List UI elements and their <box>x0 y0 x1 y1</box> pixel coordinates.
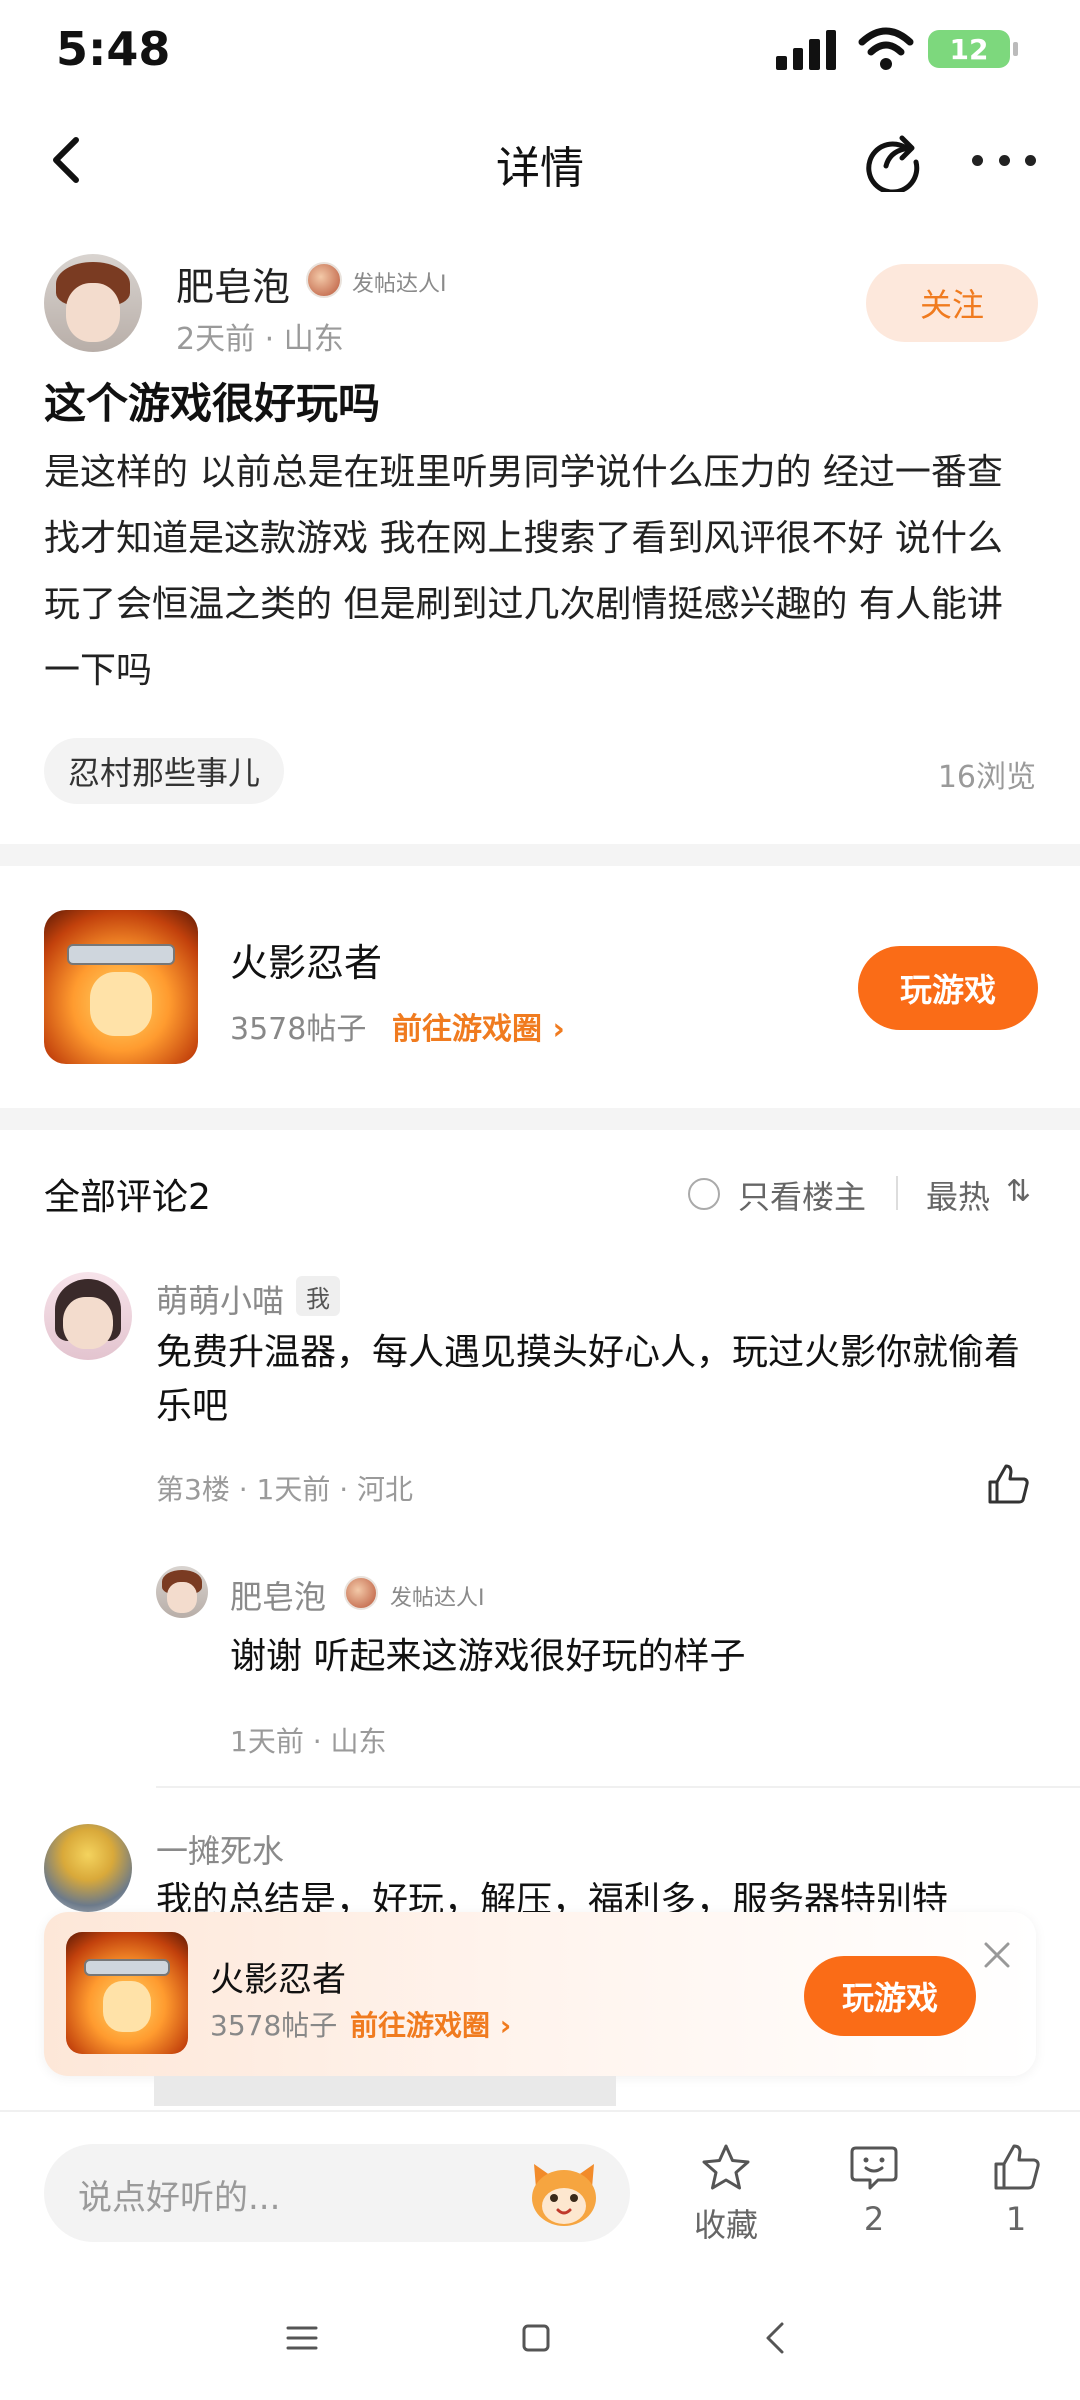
game-name[interactable]: 火影忍者 <box>230 932 382 987</box>
game-circle-link-label: 前往游戏圈 <box>350 2009 491 2042</box>
comment-count: 2 <box>863 2200 885 2238</box>
poster-badge-icon <box>306 262 342 298</box>
comment-input-placeholder[interactable]: 说点好听的... <box>78 2170 280 2219</box>
poster-badge-label: 发帖达人I <box>352 272 447 297</box>
comment-text: 我的总结是，好玩，解压，福利多，服务器特别特 <box>156 1880 949 1912</box>
favorite-button[interactable]: 收藏 <box>666 2142 786 2252</box>
comment-meta: 第3楼 · 1天前 · 河北 <box>156 1473 414 1506</box>
section-divider <box>0 844 1080 866</box>
comment-image <box>154 2076 616 2106</box>
commenter-name[interactable]: 萌萌小喵 <box>156 1276 284 1322</box>
status-bar: 5:48 12 <box>0 0 1080 100</box>
chevron-right-icon: › <box>499 2009 512 2042</box>
close-icon[interactable] <box>976 1934 1018 1976</box>
author-meta: 2天前 · 山东 <box>176 322 344 357</box>
game-icon[interactable] <box>66 1932 188 2054</box>
like-count: 1 <box>1005 2200 1027 2238</box>
comment-text: 免费升温器，每人遇见摸头好心人，玩过火影你就偷着乐吧 <box>156 1332 1021 1427</box>
follow-button[interactable]: 关注 <box>866 264 1038 342</box>
game-post-count: 3578帖子 <box>210 2009 338 2042</box>
author-avatar[interactable] <box>44 254 142 352</box>
star-icon <box>702 2144 750 2190</box>
chevron-right-icon: › <box>552 1012 565 1047</box>
comment-icon <box>850 2146 898 2190</box>
reply-divider <box>156 1786 1080 1788</box>
game-post-count: 3578帖子 <box>230 1012 367 1047</box>
only-op-radio[interactable] <box>688 1178 720 1210</box>
more-icon[interactable] <box>972 130 1036 190</box>
reply-meta: 1天前 · 山东 <box>230 1725 387 1758</box>
commenter-avatar[interactable] <box>44 1824 132 1912</box>
poster-badge-icon <box>344 1576 378 1610</box>
battery-icon: 12 <box>928 30 1018 68</box>
poster-badge-label: 发帖达人I <box>390 1586 485 1611</box>
sort-icon[interactable]: ⇅ <box>1006 1174 1031 1209</box>
post-title: 这个游戏很好玩吗 <box>44 379 381 428</box>
home-icon[interactable] <box>506 2308 566 2368</box>
wifi-icon <box>858 27 914 70</box>
favorite-label: 收藏 <box>693 2206 758 2244</box>
author-name[interactable]: 肥皂泡 <box>176 256 290 311</box>
play-game-button[interactable]: 玩游戏 <box>804 1956 976 2036</box>
commenter-avatar[interactable] <box>44 1272 132 1360</box>
game-circle-link[interactable]: 前往游戏圈 › <box>350 2004 511 2044</box>
mascot-emoji-icon[interactable] <box>526 2158 602 2230</box>
game-name[interactable]: 火影忍者 <box>210 1952 346 2001</box>
like-icon[interactable] <box>984 1460 1032 1508</box>
reply-text: 谢谢 听起来这游戏很好玩的样子 <box>230 1636 746 1677</box>
battery-level: 12 <box>949 32 989 66</box>
comments-title: 全部评论2 <box>44 1177 211 1218</box>
reply-avatar[interactable] <box>156 1566 208 1618</box>
signal-icon <box>776 28 836 70</box>
post-body: 是这样的 以前总是在班里听男同学说什么压力的 经过一番查找才知道是这款游戏 我在… <box>44 452 1003 691</box>
status-time: 5:48 <box>56 22 171 76</box>
play-game-button[interactable]: 玩游戏 <box>858 946 1038 1030</box>
sort-selector[interactable]: 最热 <box>926 1172 990 1218</box>
commenter-name[interactable]: 一摊死水 <box>156 1826 284 1872</box>
only-op-label[interactable]: 只看楼主 <box>738 1172 866 1218</box>
view-count: 16浏览 <box>937 760 1036 795</box>
game-icon[interactable] <box>44 910 198 1064</box>
system-back-icon[interactable] <box>746 2308 806 2368</box>
like-button[interactable]: 1 <box>956 2142 1076 2252</box>
game-circle-link-label: 前往游戏圈 <box>392 1012 542 1047</box>
menu-icon[interactable] <box>272 2308 332 2368</box>
me-tag: 我 <box>296 1276 340 1316</box>
sort-divider <box>896 1176 898 1210</box>
topic-tag[interactable]: 忍村那些事儿 <box>44 738 285 804</box>
top-nav-bar: 详情 <box>0 110 1080 210</box>
share-icon[interactable] <box>860 128 924 192</box>
like-icon <box>994 2144 1040 2190</box>
comment-button[interactable]: 2 <box>814 2142 934 2252</box>
section-divider <box>0 1108 1080 1130</box>
reply-author-name[interactable]: 肥皂泡 <box>230 1572 326 1618</box>
game-circle-link[interactable]: 前往游戏圈 › <box>392 1004 565 1048</box>
